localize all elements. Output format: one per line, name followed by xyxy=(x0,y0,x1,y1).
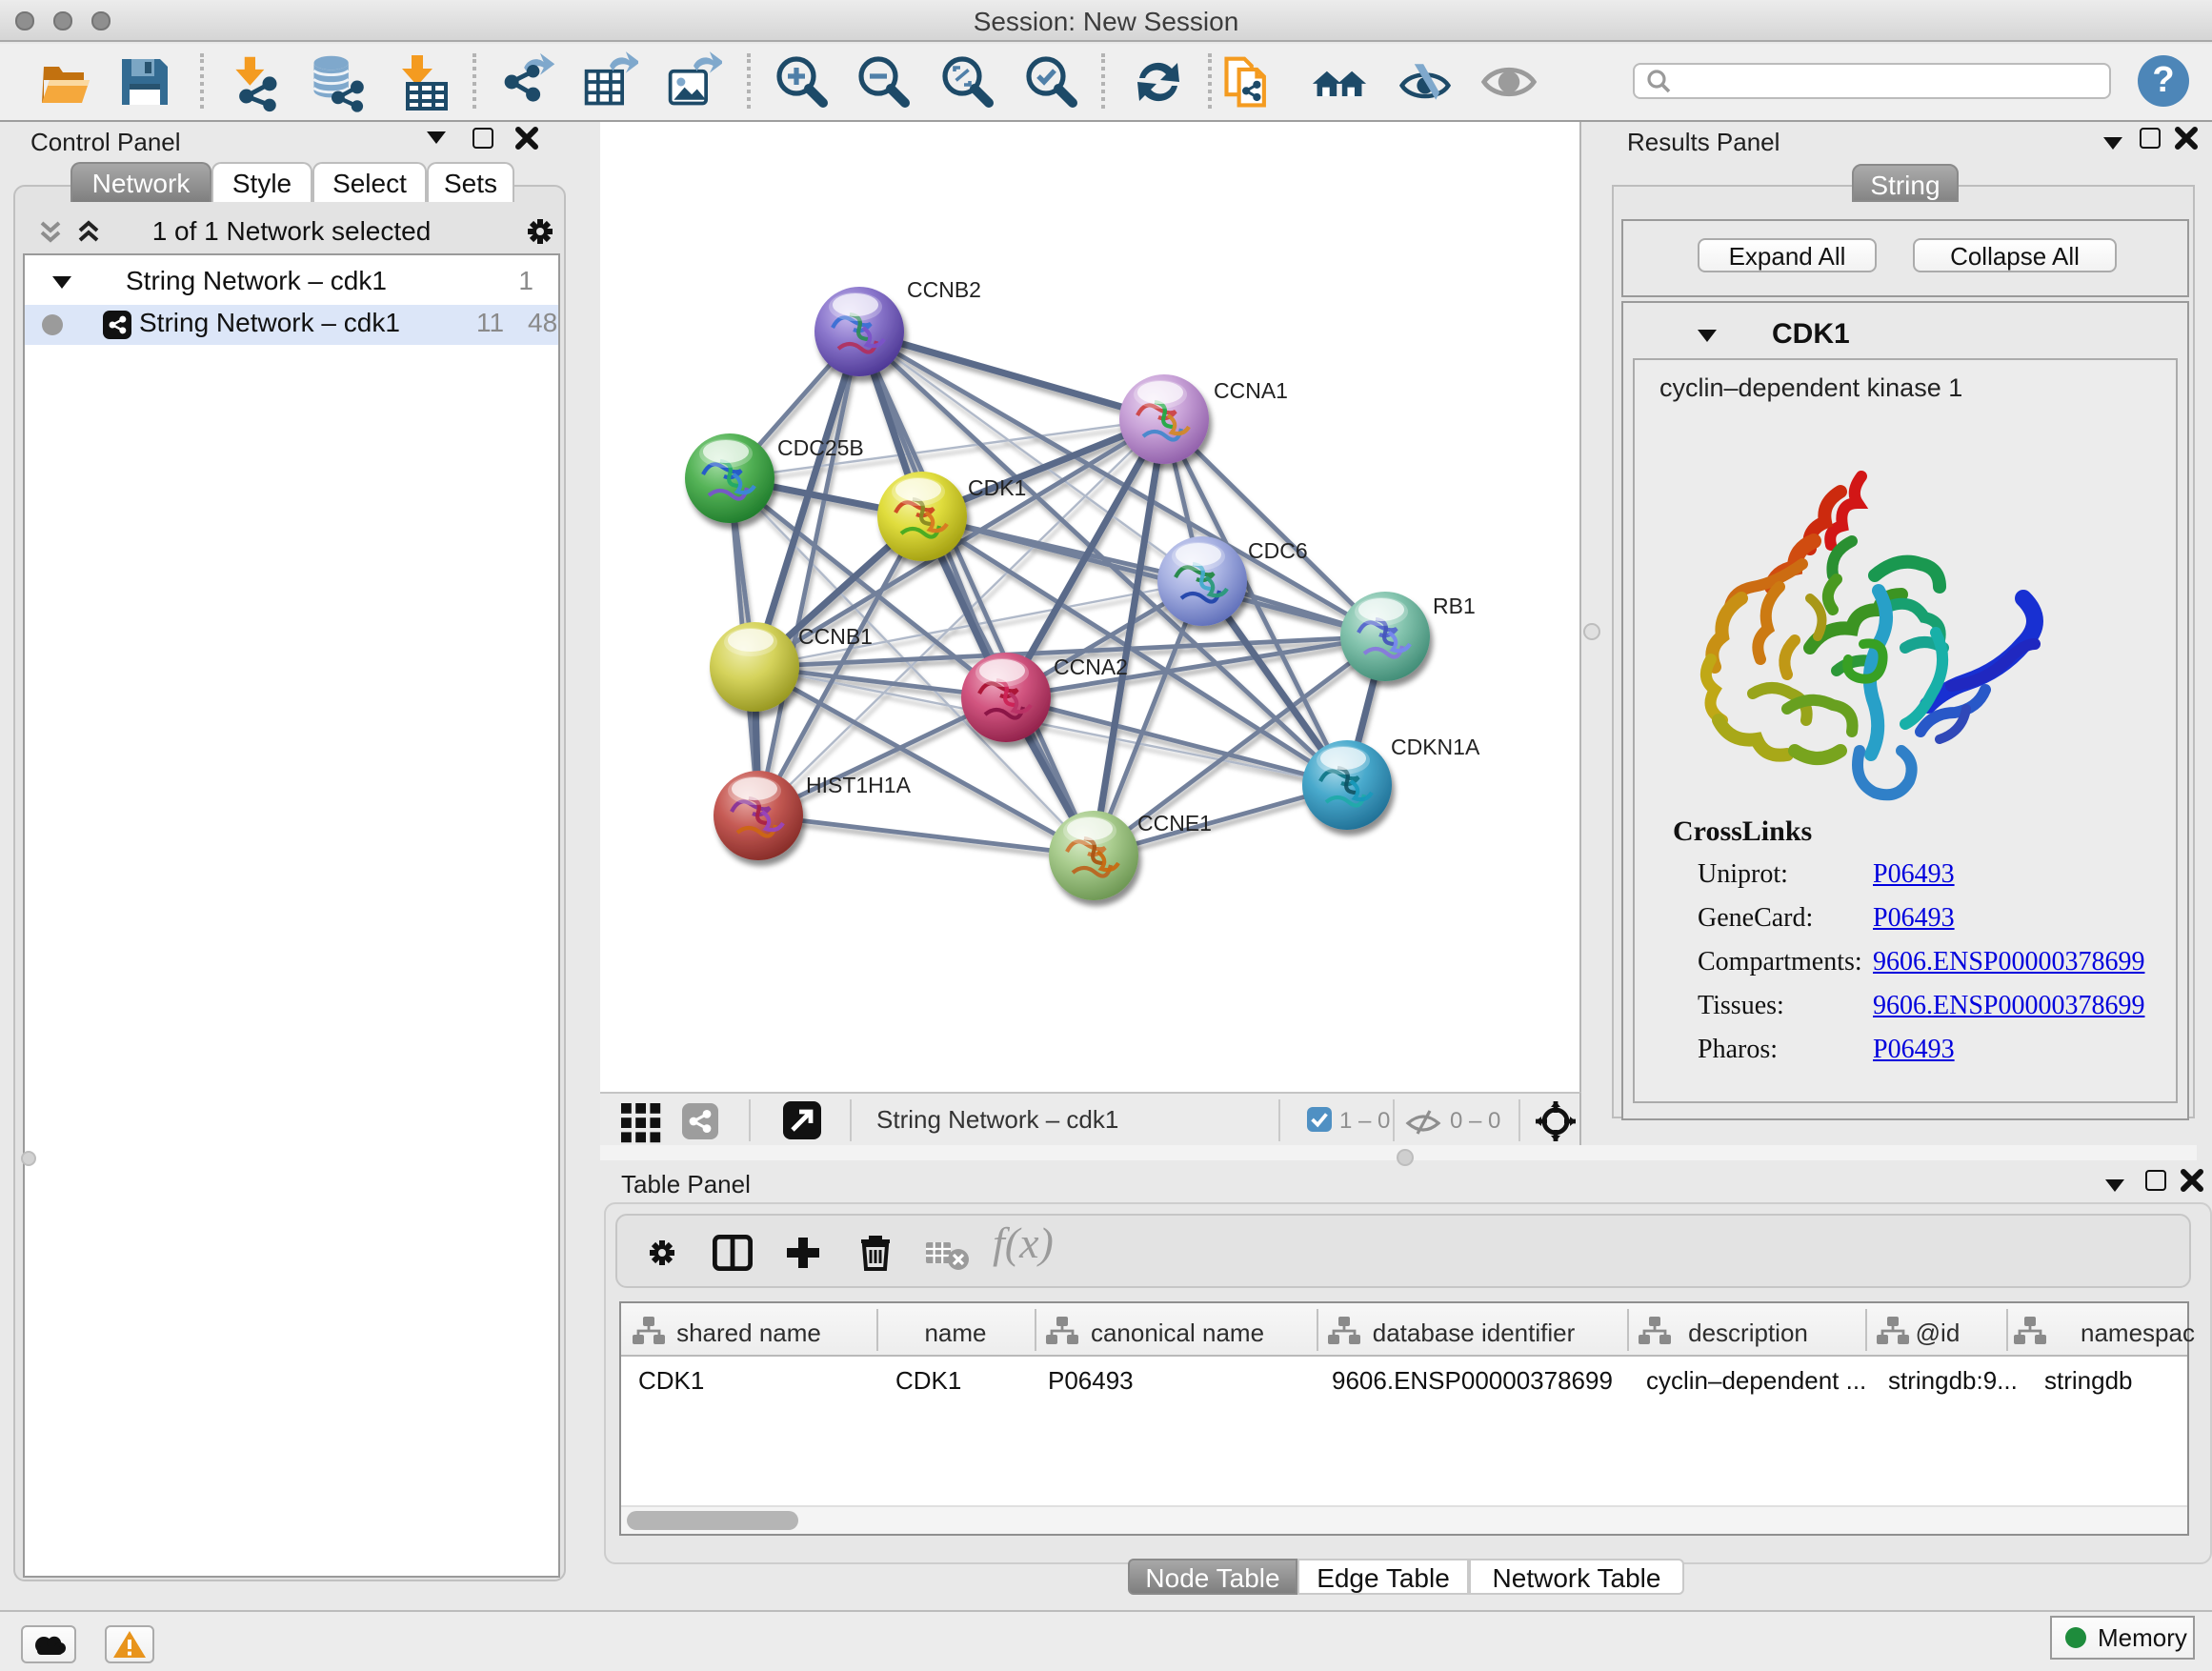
svg-text:CCNE1: CCNE1 xyxy=(1137,811,1212,836)
svg-text:HIST1H1A: HIST1H1A xyxy=(806,773,912,797)
svg-text:CDC6: CDC6 xyxy=(1248,538,1308,563)
svg-text:CDKN1A: CDKN1A xyxy=(1391,735,1480,759)
svg-text:CCNA2: CCNA2 xyxy=(1054,654,1128,679)
svg-text:CCNB1: CCNB1 xyxy=(798,624,873,649)
svg-text:CCNB2: CCNB2 xyxy=(907,277,981,302)
svg-text:CDK1: CDK1 xyxy=(968,475,1026,500)
svg-text:RB1: RB1 xyxy=(1433,594,1476,618)
svg-text:CDC25B: CDC25B xyxy=(777,435,864,460)
svg-text:CCNA1: CCNA1 xyxy=(1214,378,1288,403)
